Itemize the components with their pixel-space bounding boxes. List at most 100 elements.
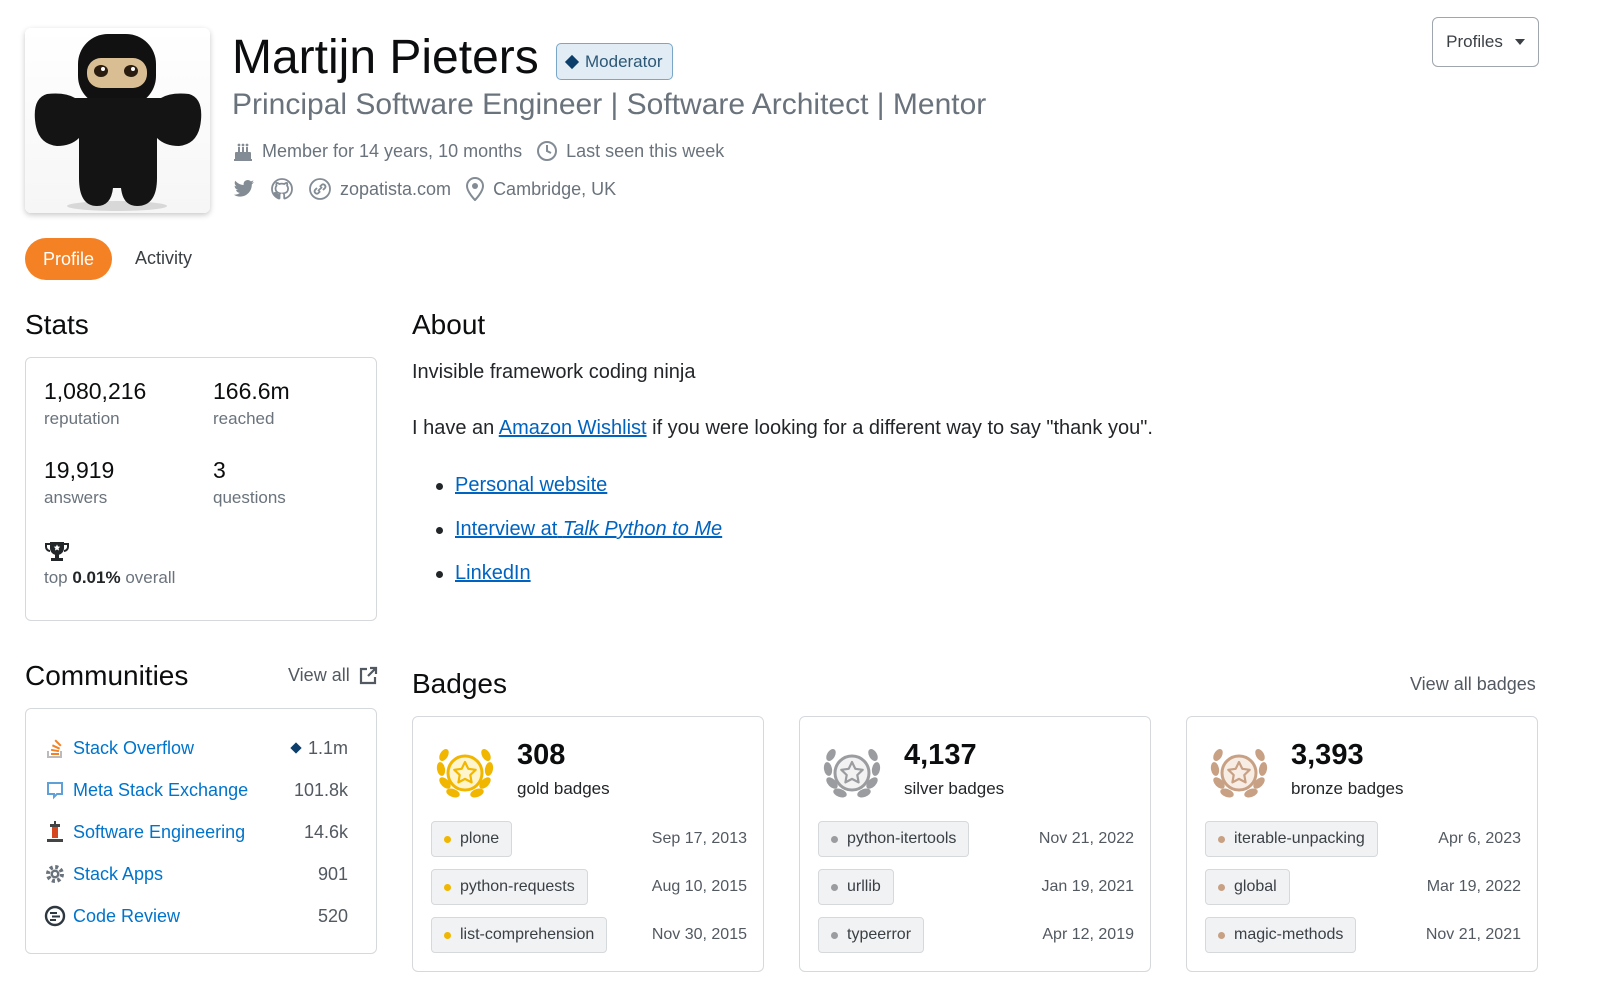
community-row[interactable]: Stack Overflow 1.1m [44, 733, 348, 763]
gold-badge-count: 308 [517, 739, 566, 771]
badge-tag-label: magic-methods [1234, 926, 1344, 943]
communities-card: Stack Overflow 1.1m Meta Stack Exchange … [25, 708, 377, 954]
view-all-badges-link[interactable]: View all badges [1410, 674, 1536, 695]
badge-tag[interactable]: urllib [818, 869, 894, 905]
bronze-badges-card: 3,393 bronze badges iterable-unpacking A… [1186, 716, 1538, 972]
community-name: Meta Stack Exchange [73, 779, 249, 800]
bronze-dot-icon [1218, 883, 1225, 891]
profiles-dropdown-button[interactable]: Profiles [1432, 17, 1539, 67]
community-name: Stack Apps [73, 863, 164, 884]
community-row[interactable]: Stack Apps 901 [44, 859, 348, 889]
stat-label: questions [213, 488, 286, 507]
member-for: Member for 14 years, 10 months [232, 140, 522, 162]
badge-tag[interactable]: magic-methods [1205, 917, 1357, 953]
badge-date: Nov 21, 2021 [1425, 926, 1521, 943]
gold-badges-card: 308 gold badges plone Sep 17, 2013 pytho… [412, 716, 764, 972]
moderator-badge[interactable]: Moderator [556, 43, 674, 80]
stack-apps-icon [44, 863, 66, 885]
silver-dot-icon [831, 931, 838, 939]
badge-row: global Mar 19, 2022 [1205, 869, 1521, 905]
badge-tag[interactable]: python-requests [431, 869, 588, 905]
badge-tag[interactable]: global [1205, 869, 1290, 905]
code-review-icon [44, 905, 66, 927]
linkedin-link[interactable]: LinkedIn [455, 562, 531, 584]
stat-questions: 3 questions [213, 457, 286, 508]
top-suffix: overall [125, 568, 176, 587]
badge-row: urllib Jan 19, 2021 [818, 869, 1134, 905]
amazon-wishlist-link[interactable]: Amazon Wishlist [499, 417, 647, 439]
trophy-icon [45, 542, 69, 561]
ninja-avatar-image [34, 34, 202, 211]
stat-value: 166.6m [213, 378, 290, 404]
community-rep-value: 901 [317, 863, 348, 884]
avatar[interactable] [25, 28, 210, 213]
tab-activity[interactable]: Activity [135, 248, 192, 269]
community-name: Stack Overflow [73, 737, 195, 758]
gold-badge-label: gold badges [517, 779, 610, 798]
stat-label: answers [44, 488, 108, 507]
github-link[interactable] [270, 177, 294, 201]
personal-website-link[interactable]: Personal website [455, 474, 607, 496]
stat-label: reached [213, 409, 275, 428]
gold-dot-icon [444, 835, 451, 843]
badge-tag[interactable]: plone [431, 821, 513, 857]
twitter-link[interactable] [232, 178, 256, 200]
communities-heading: Communities [25, 660, 189, 691]
community-name: Software Engineering [73, 821, 246, 842]
list-item: Personal website [436, 470, 722, 514]
top-prefix: top [44, 568, 68, 587]
stat-reputation: 1,080,216 reputation [44, 378, 146, 429]
last-seen: Last seen this week [536, 140, 724, 162]
community-row[interactable]: Software Engineering 14.6k [44, 817, 348, 847]
about-line-2: I have an Amazon Wishlist if you were lo… [412, 417, 1153, 440]
stats-heading: Stats [25, 309, 89, 340]
badge-date: Sep 17, 2013 [651, 830, 747, 847]
about-heading: About [412, 309, 486, 340]
silver-badge-icon [823, 749, 881, 798]
tab-profile[interactable]: Profile [25, 238, 112, 280]
badge-tag[interactable]: typeerror [818, 917, 925, 953]
community-rep-value: 1.1m [307, 737, 348, 758]
community-rep-value: 520 [317, 905, 348, 926]
list-item: Interview at Talk Python to Me [436, 514, 722, 558]
stat-value: 1,080,216 [44, 378, 147, 404]
interview-show-name: Talk Python to Me [562, 518, 723, 540]
community-rep: 1.1m [290, 737, 348, 759]
badge-row: magic-methods Nov 21, 2021 [1205, 917, 1521, 953]
badge-row: typeerror Apr 12, 2019 [818, 917, 1134, 953]
bronze-dot-icon [1218, 835, 1225, 843]
stat-reached: 166.6m reached [213, 378, 290, 429]
interview-link[interactable]: Interview at Talk Python to Me [455, 518, 722, 540]
stack-overflow-icon [44, 737, 66, 759]
location: Cambridge, UK [465, 177, 616, 201]
website-link[interactable]: zopatista.com [308, 177, 451, 201]
profiles-label: Profiles [1446, 32, 1503, 51]
silver-badges-card: 4,137 silver badges python-itertools Nov… [799, 716, 1151, 972]
stat-answers: 19,919 answers [44, 457, 114, 508]
badge-tag[interactable]: python-itertools [818, 821, 970, 857]
badge-tag-label: plone [460, 830, 500, 847]
bronze-badge-icon [1210, 749, 1268, 798]
badge-date: Nov 21, 2022 [1038, 830, 1134, 847]
badge-date: Apr 12, 2019 [1042, 926, 1134, 943]
badge-tag-label: iterable-unpacking [1234, 830, 1365, 847]
gold-badge-icon [436, 749, 494, 798]
badge-tag[interactable]: list-comprehension [431, 917, 608, 953]
gold-dot-icon [444, 931, 451, 939]
software-engineering-icon [44, 821, 66, 843]
about-links-list: Personal website Interview at Talk Pytho… [436, 470, 722, 602]
communities-view-all-link[interactable]: View all [288, 665, 378, 686]
badge-tag-label: python-requests [460, 878, 575, 895]
badges-heading: Badges [412, 668, 507, 699]
member-for-text: Member for 14 years, 10 months [262, 140, 523, 161]
community-row[interactable]: Meta Stack Exchange 101.8k [44, 775, 348, 805]
top-rank: top 0.01% overall [44, 540, 175, 588]
badge-row: list-comprehension Nov 30, 2015 [431, 917, 747, 953]
link-icon [309, 178, 331, 200]
community-row[interactable]: Code Review 520 [44, 901, 348, 931]
stat-label: reputation [44, 409, 120, 428]
community-rep-value: 14.6k [303, 821, 348, 842]
badge-tag[interactable]: iterable-unpacking [1205, 821, 1378, 857]
bronze-dot-icon [1218, 931, 1225, 939]
about-text: if you were looking for a different way … [652, 417, 1153, 439]
